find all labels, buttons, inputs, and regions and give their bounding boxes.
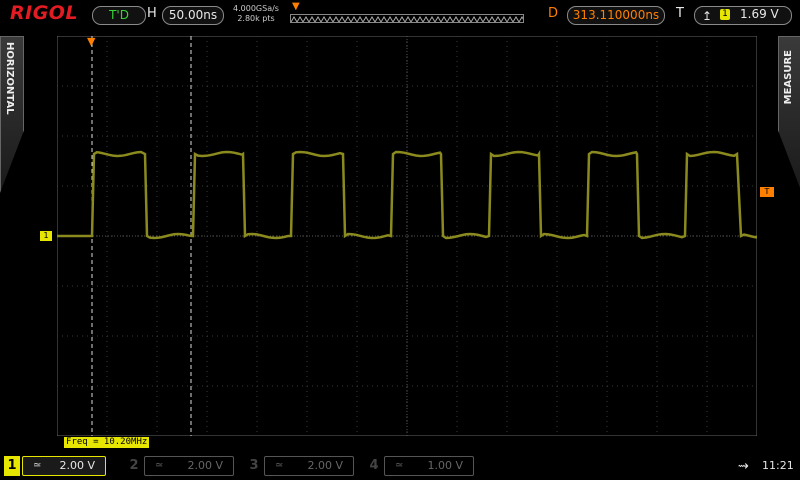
ch3-number[interactable]: 3 bbox=[246, 456, 262, 476]
sample-rate: 4.000GSa/s 2.80k pts bbox=[230, 4, 282, 24]
ch4-number[interactable]: 4 bbox=[366, 456, 382, 476]
ch3-settings[interactable]: ≃ 2.00 V bbox=[264, 456, 354, 476]
trigger-status[interactable]: T'D bbox=[92, 6, 146, 25]
trigger-label: T bbox=[676, 6, 684, 21]
memory-depth-value: 2.80k pts bbox=[237, 14, 275, 23]
sample-rate-value: 4.000GSa/s bbox=[233, 4, 279, 13]
ch1-offset-marker[interactable]: 1 bbox=[40, 231, 52, 241]
rising-edge-icon: ↥ bbox=[702, 9, 713, 23]
ch1-number[interactable]: 1 bbox=[4, 456, 20, 476]
horizontal-label: H bbox=[147, 6, 157, 21]
ch1-settings[interactable]: ≃ 2.00 V bbox=[22, 456, 106, 476]
delay-label: D bbox=[548, 6, 559, 21]
ch4-settings[interactable]: ≃ 1.00 V bbox=[384, 456, 474, 476]
ch1-scale: 2.00 V bbox=[59, 459, 95, 472]
dc-coupling-icon: ≃ bbox=[275, 460, 284, 471]
horizontal-tab-label: HORIZONTAL bbox=[4, 42, 15, 115]
ch2-number[interactable]: 2 bbox=[126, 456, 142, 476]
dc-coupling-icon: ≃ bbox=[155, 460, 164, 471]
memory-position-icon: ▼ bbox=[292, 1, 300, 12]
delay-value[interactable]: 313.110000ns bbox=[567, 6, 665, 25]
brand-logo: RIGOL bbox=[10, 2, 79, 24]
ch2-scale: 2.00 V bbox=[187, 459, 223, 472]
timebase-value[interactable]: 50.00ns bbox=[162, 6, 224, 25]
ch2-settings[interactable]: ≃ 2.00 V bbox=[144, 456, 234, 476]
trigger-position-icon: ▼ bbox=[87, 35, 96, 48]
usb-icon: ⇝ bbox=[738, 459, 749, 474]
ch4-scale: 1.00 V bbox=[427, 459, 463, 472]
measure-tab-label: MEASURE bbox=[783, 50, 794, 105]
dc-coupling-icon: ≃ bbox=[33, 460, 42, 471]
memory-waveform-bar[interactable] bbox=[290, 14, 524, 23]
clock: 11:21 bbox=[762, 459, 794, 472]
freq-measurement: Freq = 10.20MHz bbox=[64, 437, 150, 448]
dc-coupling-icon: ≃ bbox=[395, 460, 404, 471]
ch3-scale: 2.00 V bbox=[307, 459, 343, 472]
trigger-source-badge: 1 bbox=[720, 9, 730, 20]
waveform-display[interactable] bbox=[57, 36, 757, 436]
trigger-level-value: 1.69 V bbox=[740, 7, 779, 21]
trigger-level-marker[interactable]: T bbox=[760, 187, 774, 197]
